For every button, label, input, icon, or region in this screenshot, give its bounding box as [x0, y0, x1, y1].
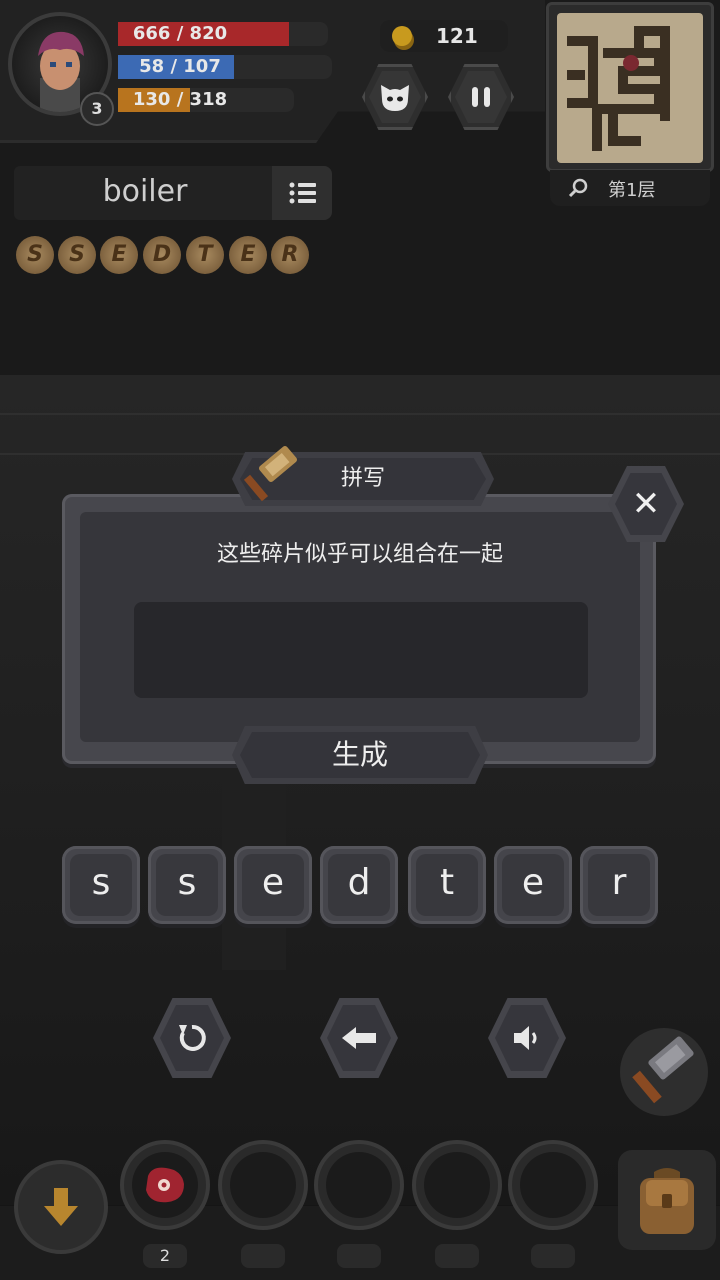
letter-tile-label: s	[156, 854, 218, 916]
letter-fragment: R	[271, 236, 309, 274]
speaker-icon	[514, 1026, 537, 1050]
close-icon: ✕	[615, 473, 677, 535]
refresh-icon	[179, 1024, 206, 1051]
xp-text: 130 / 318	[132, 89, 228, 110]
inventory-slot-inner	[520, 1152, 586, 1218]
coin-amount: 121	[436, 24, 478, 48]
backspace-icon	[342, 1027, 376, 1049]
pause-icon	[472, 87, 490, 107]
inventory-slot-count	[435, 1244, 479, 1268]
inventory-slot[interactable]	[120, 1140, 210, 1230]
inventory-slot-count	[337, 1244, 381, 1268]
inventory-slot[interactable]	[508, 1140, 598, 1230]
spell-input[interactable]	[134, 602, 588, 698]
minimap-map	[557, 13, 703, 163]
letter-fragment: E	[229, 236, 267, 274]
inventory-slot[interactable]	[218, 1140, 308, 1230]
inventory-slot-inner	[132, 1152, 198, 1218]
xp-bar: 130 / 318	[118, 88, 294, 112]
letter-tile[interactable]: e	[494, 846, 572, 924]
letter-tile[interactable]: d	[320, 846, 398, 924]
reset-button-inner	[160, 1005, 224, 1071]
search-icon	[568, 178, 588, 198]
letter-tile[interactable]: r	[580, 846, 658, 924]
generate-label: 生成	[331, 738, 388, 771]
mp-text: 58 / 107	[139, 56, 221, 77]
cat-face-icon	[381, 85, 409, 111]
letter-tile[interactable]: t	[408, 846, 486, 924]
letter-tile-label: r	[588, 854, 650, 916]
inventory-slot-inner	[230, 1152, 296, 1218]
letter-fragment: D	[143, 236, 181, 274]
inventory-slot-count: 2	[143, 1244, 187, 1268]
letter-fragment: S	[58, 236, 96, 274]
hp-bar: 666 / 820	[118, 22, 328, 46]
letter-fragment: S	[16, 236, 54, 274]
floor-label: 第1层	[608, 180, 656, 201]
wall-line	[0, 413, 720, 415]
pause-button-inner	[455, 71, 507, 123]
hammer-button[interactable]	[620, 1028, 708, 1116]
hp-text: 666 / 820	[132, 23, 228, 44]
player-level-badge: 3	[80, 92, 114, 126]
hammer-icon	[244, 446, 297, 502]
list-icon	[289, 182, 316, 204]
letter-tile-label: e	[242, 854, 304, 916]
letter-fragment: E	[100, 236, 138, 274]
dialog-message: 这些碎片似乎可以组合在一起	[216, 542, 503, 567]
inventory-slot-inner	[326, 1152, 392, 1218]
letter-tile-label: s	[70, 854, 132, 916]
letter-tile[interactable]: e	[234, 846, 312, 924]
backspace-button-inner	[327, 1005, 391, 1071]
letter-tile[interactable]: s	[62, 846, 140, 924]
letter-tile-label: e	[502, 854, 564, 916]
generate-button[interactable]: 生成	[232, 726, 488, 784]
letter-tile[interactable]: s	[148, 846, 226, 924]
inventory-slot[interactable]	[412, 1140, 502, 1230]
inventory-slot-inner	[424, 1152, 490, 1218]
floor-indicator[interactable]: 第1层	[550, 170, 710, 206]
backpack-icon	[640, 1168, 694, 1234]
mp-bar: 58 / 107	[118, 55, 332, 79]
letter-tile-label: d	[328, 854, 390, 916]
minimap[interactable]	[546, 2, 714, 172]
meat-icon	[146, 1167, 184, 1203]
backpack-button[interactable]	[618, 1150, 716, 1250]
maze-path	[567, 26, 670, 151]
inventory-slot-count	[241, 1244, 285, 1268]
coin-counter: 121	[380, 20, 508, 52]
sound-button-inner	[495, 1005, 559, 1071]
inventory-slot[interactable]	[314, 1140, 404, 1230]
word-list-button[interactable]	[272, 166, 332, 220]
pet-button-inner	[369, 71, 421, 123]
letter-tile-label: t	[416, 854, 478, 916]
inventory-slot-count	[531, 1244, 575, 1268]
letter-fragment: T	[186, 236, 224, 274]
target-word: boiler	[14, 166, 276, 220]
coin-icon	[392, 26, 412, 46]
arrow-down-icon	[44, 1188, 78, 1226]
hammer-icon	[632, 1036, 694, 1104]
descend-button[interactable]	[14, 1160, 108, 1254]
